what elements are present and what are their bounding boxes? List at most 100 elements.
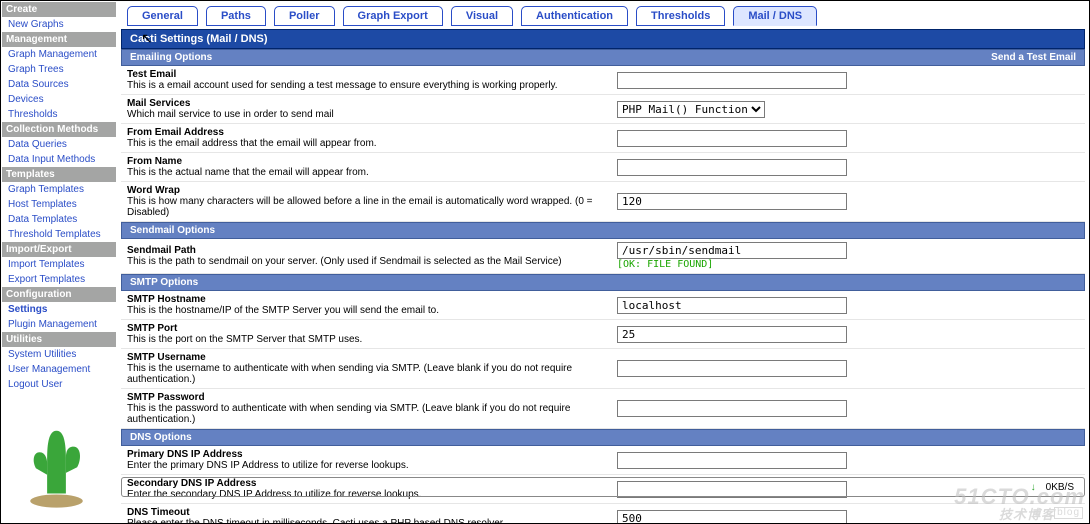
status-ok: [OK: FILE FOUND] (617, 259, 1079, 270)
sidebar-group-header: Import/Export (2, 242, 116, 257)
setting-desc: This is how many characters will be allo… (127, 196, 607, 218)
setting-name: From Email Address (127, 127, 607, 138)
tab-general[interactable]: General (127, 6, 198, 26)
setting-row: SMTP PortThis is the port on the SMTP Se… (121, 320, 1085, 349)
status-bar: ↓ 0KB/S (121, 477, 1085, 497)
sidebar-item-threshold-templates[interactable]: Threshold Templates (2, 227, 116, 242)
tab-graph-export[interactable]: Graph Export (343, 6, 443, 26)
setting-input[interactable] (617, 72, 847, 89)
sidebar-group-header: Configuration (2, 287, 116, 302)
setting-desc: This is the port on the SMTP Server that… (127, 334, 607, 345)
setting-name: Mail Services (127, 98, 607, 109)
setting-input[interactable] (617, 400, 847, 417)
section-title: DNS Options (130, 432, 192, 443)
page-title: Cacti Settings (Mail / DNS) (130, 33, 268, 45)
sidebar-item-plugin-management[interactable]: Plugin Management (2, 317, 116, 332)
setting-row: From NameThis is the actual name that th… (121, 153, 1085, 182)
setting-select[interactable]: PHP Mail() Function (617, 101, 765, 118)
transfer-speed: 0KB/S (1046, 482, 1074, 493)
cactus-logo (19, 416, 94, 511)
setting-desc: This is a email account used for sending… (127, 80, 607, 91)
setting-name: Sendmail Path (127, 245, 607, 256)
section-header: Emailing Options Send a Test Email (121, 49, 1085, 66)
setting-row: Mail ServicesWhich mail service to use i… (121, 95, 1085, 124)
setting-desc: This is the password to authenticate wit… (127, 403, 607, 425)
sidebar-item-data-queries[interactable]: Data Queries (2, 137, 116, 152)
setting-input[interactable] (617, 326, 847, 343)
setting-name: SMTP Username (127, 352, 607, 363)
setting-row: Sendmail PathThis is the path to sendmai… (121, 239, 1085, 274)
sidebar-item-graph-templates[interactable]: Graph Templates (2, 182, 116, 197)
sidebar-item-devices[interactable]: Devices (2, 92, 116, 107)
sidebar-item-data-input-methods[interactable]: Data Input Methods (2, 152, 116, 167)
tab-poller[interactable]: Poller (274, 6, 335, 26)
sidebar-item-graph-trees[interactable]: Graph Trees (2, 62, 116, 77)
setting-name: Primary DNS IP Address (127, 449, 607, 460)
sidebar-group-header: Utilities (2, 332, 116, 347)
setting-desc: Please enter the DNS timeout in millisec… (127, 518, 607, 524)
sidebar: CreateNew GraphsManagementGraph Manageme… (2, 2, 116, 392)
setting-input[interactable] (617, 297, 847, 314)
section-header: SMTP Options (121, 274, 1085, 291)
setting-input[interactable] (617, 193, 847, 210)
sidebar-item-export-templates[interactable]: Export Templates (2, 272, 116, 287)
sidebar-item-host-templates[interactable]: Host Templates (2, 197, 116, 212)
send-test-email-link[interactable]: Send a Test Email (991, 52, 1076, 63)
main-panel: General Paths Poller Graph Export Visual Auth… (121, 4, 1085, 524)
sidebar-group-header: Templates (2, 167, 116, 182)
setting-desc: This is the hostname/IP of the SMTP Serv… (127, 305, 607, 316)
setting-desc: This is the path to sendmail on your ser… (127, 256, 607, 267)
setting-input[interactable] (617, 452, 847, 469)
setting-row: From Email AddressThis is the email addr… (121, 124, 1085, 153)
sidebar-item-import-templates[interactable]: Import Templates (2, 257, 116, 272)
setting-input[interactable] (617, 360, 847, 377)
download-icon: ↓ (1031, 482, 1036, 493)
tab-authentication[interactable]: Authentication (521, 6, 628, 26)
setting-desc: This is the email address that the email… (127, 138, 607, 149)
setting-desc: Which mail service to use in order to se… (127, 109, 607, 120)
section-title: SMTP Options (130, 277, 198, 288)
tab-mail-dns[interactable]: Mail / DNS (733, 6, 817, 26)
tabs-bar: General Paths Poller Graph Export Visual Auth… (121, 4, 1085, 29)
sidebar-group-header: Create (2, 2, 116, 17)
setting-name: SMTP Password (127, 392, 607, 403)
setting-row: SMTP HostnameThis is the hostname/IP of … (121, 291, 1085, 320)
setting-row: SMTP UsernameThis is the username to aut… (121, 349, 1085, 389)
setting-name: SMTP Port (127, 323, 607, 334)
sidebar-group-header: Collection Methods (2, 122, 116, 137)
tab-visual[interactable]: Visual (451, 6, 513, 26)
tab-thresholds[interactable]: Thresholds (636, 6, 725, 26)
setting-input[interactable] (617, 130, 847, 147)
setting-name: DNS Timeout (127, 507, 607, 518)
setting-row: Test EmailThis is a email account used f… (121, 66, 1085, 95)
sidebar-item-logout-user[interactable]: Logout User (2, 377, 116, 392)
sidebar-item-thresholds[interactable]: Thresholds (2, 107, 116, 122)
setting-row: Primary DNS IP AddressEnter the primary … (121, 446, 1085, 475)
settings-content: Emailing Options Send a Test Email Test Em… (121, 49, 1085, 524)
setting-row: SMTP PasswordThis is the password to aut… (121, 389, 1085, 429)
setting-input[interactable] (617, 510, 847, 524)
setting-input[interactable] (617, 242, 847, 259)
section-header: DNS Options (121, 429, 1085, 446)
setting-desc: Enter the primary DNS IP Address to util… (127, 460, 607, 471)
setting-name: Word Wrap (127, 185, 607, 196)
sidebar-item-user-management[interactable]: User Management (2, 362, 116, 377)
sidebar-group-header: Management (2, 32, 116, 47)
setting-name: Test Email (127, 69, 607, 80)
sidebar-item-graph-management[interactable]: Graph Management (2, 47, 116, 62)
section-title: Emailing Options (130, 52, 212, 63)
setting-name: SMTP Hostname (127, 294, 607, 305)
tab-paths[interactable]: Paths (206, 6, 266, 26)
setting-input[interactable] (617, 159, 847, 176)
setting-row: DNS TimeoutPlease enter the DNS timeout … (121, 504, 1085, 524)
sidebar-item-data-templates[interactable]: Data Templates (2, 212, 116, 227)
setting-row: Word WrapThis is how many characters wil… (121, 182, 1085, 222)
sidebar-item-settings[interactable]: Settings (2, 302, 116, 317)
setting-desc: This is the username to authenticate wit… (127, 363, 607, 385)
sidebar-item-data-sources[interactable]: Data Sources (2, 77, 116, 92)
section-header: Sendmail Options (121, 222, 1085, 239)
setting-name: From Name (127, 156, 607, 167)
sidebar-item-system-utilities[interactable]: System Utilities (2, 347, 116, 362)
sidebar-item-new-graphs[interactable]: New Graphs (2, 17, 116, 32)
section-title: Sendmail Options (130, 225, 215, 236)
